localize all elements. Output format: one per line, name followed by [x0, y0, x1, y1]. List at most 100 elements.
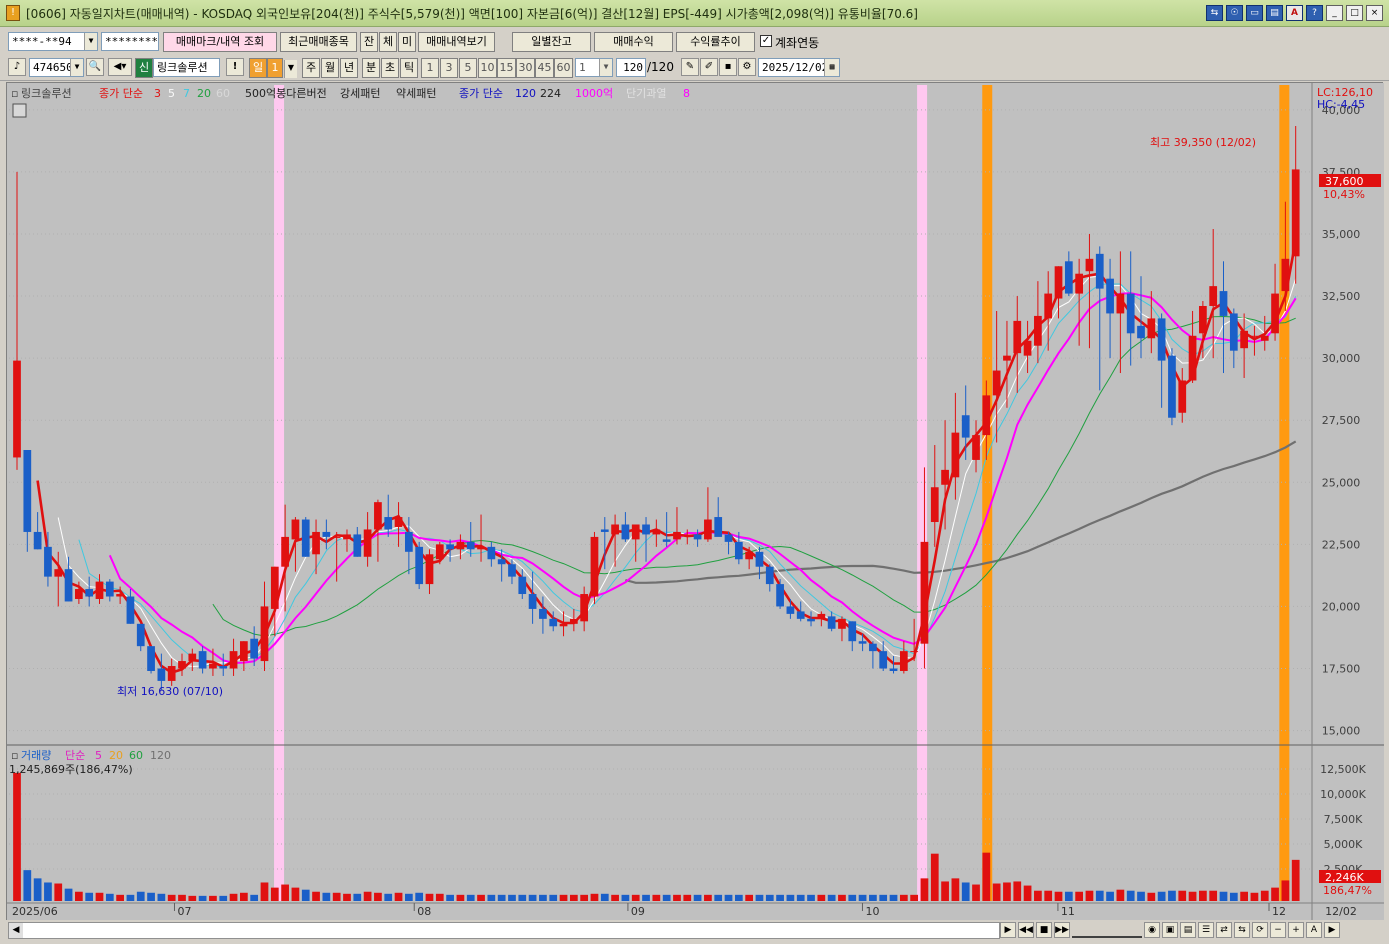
- unfilled-button[interactable]: 미: [398, 32, 416, 52]
- candle-body: [1199, 305, 1207, 334]
- candle-body: [1075, 273, 1084, 294]
- link-icon[interactable]: ⇆: [1206, 5, 1223, 21]
- interval-select[interactable]: 1 ▼: [575, 58, 613, 77]
- candle-body: [807, 618, 815, 622]
- draw-icon[interactable]: ✐: [700, 58, 718, 76]
- interval-5-button[interactable]: 5: [459, 58, 477, 78]
- search-icon[interactable]: 🔍: [86, 58, 104, 76]
- period-year-button[interactable]: 년: [340, 58, 358, 78]
- screen-icon[interactable]: ▭: [1246, 5, 1263, 21]
- candle-body: [1188, 335, 1197, 381]
- horizontal-scrollbar[interactable]: ◀: [8, 922, 1000, 939]
- interval-30-button[interactable]: 30: [516, 58, 535, 78]
- compare-icon[interactable]: ⇆: [1234, 922, 1250, 938]
- volume-bar: [673, 894, 681, 901]
- candle-body: [456, 541, 465, 550]
- password-field[interactable]: ********: [101, 32, 159, 51]
- candle-body: [972, 435, 980, 460]
- close-button[interactable]: ×: [1366, 5, 1383, 21]
- interval-3-button[interactable]: 3: [440, 58, 458, 78]
- chevron-down-icon[interactable]: ▼: [599, 59, 612, 76]
- font-icon[interactable]: A: [1286, 5, 1303, 21]
- period-tick-button[interactable]: 틱: [400, 58, 418, 78]
- interval-1-button[interactable]: 1: [421, 58, 439, 78]
- target-icon[interactable]: ☉: [1226, 5, 1243, 21]
- scroll-right-icon[interactable]: ▶: [1324, 922, 1340, 938]
- stock-code-field[interactable]: 474650 ▼: [29, 58, 84, 77]
- minimize-button[interactable]: _: [1326, 5, 1343, 21]
- candle-body: [270, 566, 279, 609]
- period-day-button[interactable]: 일: [249, 58, 267, 78]
- link-icon[interactable]: ⇄: [1216, 922, 1232, 938]
- list-icon[interactable]: ☰: [1198, 922, 1214, 938]
- stock-name-field[interactable]: 링크솔루션: [153, 58, 220, 77]
- speaker-icon[interactable]: ◀▾: [108, 58, 132, 76]
- alert-icon[interactable]: !: [226, 58, 244, 76]
- scroll-left-icon[interactable]: ◀: [9, 923, 23, 938]
- calendar-grid-icon[interactable]: [12, 103, 27, 118]
- chevron-down-icon[interactable]: ▼: [284, 60, 297, 78]
- candle-body: [920, 541, 929, 644]
- candle-body: [817, 613, 826, 619]
- calendar-icon[interactable]: ▦: [824, 59, 839, 76]
- chart-area[interactable]: 40,000 37,500 35,000 32,500 30,000 27,500 25,0…: [6, 82, 1384, 921]
- stop-icon[interactable]: ■: [1036, 922, 1052, 938]
- interval-10-button[interactable]: 10: [478, 58, 497, 78]
- tools-icon[interactable]: ✎: [681, 58, 699, 76]
- period-day-count[interactable]: 1: [267, 58, 283, 78]
- volume-bar: [477, 894, 485, 901]
- play-icon[interactable]: ▶: [1000, 922, 1016, 938]
- legend-square-icon: ▫: [11, 87, 18, 100]
- count-field[interactable]: 120: [616, 58, 646, 77]
- trade-profit-button[interactable]: 매매수익: [594, 32, 673, 52]
- price-volume-chart[interactable]: 40,00037,50035,00032,50030,00027,50025,0…: [7, 83, 1384, 921]
- candle-body: [1147, 318, 1156, 339]
- candle-body: [23, 450, 32, 532]
- maximize-button[interactable]: □: [1346, 5, 1363, 21]
- save-icon[interactable]: ▪: [719, 58, 737, 76]
- trade-detail-button[interactable]: 매매내역보기: [418, 32, 495, 52]
- filled-button[interactable]: 체: [379, 32, 397, 52]
- recent-trade-button[interactable]: 최근매매종목: [280, 32, 357, 52]
- list-icon[interactable]: ▤: [1266, 5, 1283, 21]
- volume-bar: [33, 878, 42, 901]
- chevron-down-icon[interactable]: ▼: [84, 33, 97, 50]
- volume-bar: [642, 894, 650, 901]
- zoom-in-icon[interactable]: +: [1288, 922, 1304, 938]
- zoom-icon[interactable]: ◉: [1144, 922, 1160, 938]
- volume-bar: [1168, 890, 1176, 901]
- account-link-checkbox[interactable]: ✓: [760, 35, 772, 47]
- period-week-button[interactable]: 주: [302, 58, 320, 78]
- period-minute-button[interactable]: 분: [362, 58, 380, 78]
- gear-icon[interactable]: ⚙: [738, 58, 756, 76]
- interval-60-button[interactable]: 60: [554, 58, 573, 78]
- account-select[interactable]: ****-**94 ▼: [8, 32, 98, 51]
- layout-icon[interactable]: ▤: [1180, 922, 1196, 938]
- volume-bar: [415, 892, 424, 901]
- fast-forward-icon[interactable]: ▶▶: [1054, 922, 1070, 938]
- view-icon[interactable]: ▣: [1162, 922, 1178, 938]
- date-value: 2025/12/02: [762, 61, 829, 74]
- volume-bar: [1178, 890, 1187, 901]
- help-icon[interactable]: ?: [1306, 5, 1323, 21]
- zoom-slider[interactable]: [1072, 922, 1142, 938]
- daily-balance-button[interactable]: 일별잔고: [512, 32, 591, 52]
- font-size-icon[interactable]: A: [1306, 922, 1322, 938]
- date-field[interactable]: 2025/12/02 ▦: [758, 58, 840, 77]
- trade-mark-button[interactable]: 매매마크/내역 조회: [163, 32, 277, 52]
- rewind-icon[interactable]: ◀◀: [1018, 922, 1034, 938]
- chevron-down-icon[interactable]: ▼: [70, 59, 83, 76]
- candle-body: [838, 618, 846, 629]
- balance-button[interactable]: 잔: [360, 32, 378, 52]
- toolbar-symbol: ♪ 474650 ▼ 🔍 ◀▾ 신 링크솔루션 ! 일 1 ▼ 주 월 년 분 …: [0, 54, 1389, 81]
- interval-45-button[interactable]: 45: [535, 58, 554, 78]
- period-month-button[interactable]: 월: [321, 58, 339, 78]
- interval-15-button[interactable]: 15: [497, 58, 516, 78]
- period-second-button[interactable]: 초: [381, 58, 399, 78]
- refresh-icon[interactable]: ⟳: [1252, 922, 1268, 938]
- return-trend-button[interactable]: 수익률추이: [676, 32, 755, 52]
- volume-bar: [487, 894, 496, 901]
- zoom-out-icon[interactable]: −: [1270, 922, 1286, 938]
- stock-search-icon[interactable]: ♪: [8, 58, 26, 76]
- candle-body: [33, 531, 42, 550]
